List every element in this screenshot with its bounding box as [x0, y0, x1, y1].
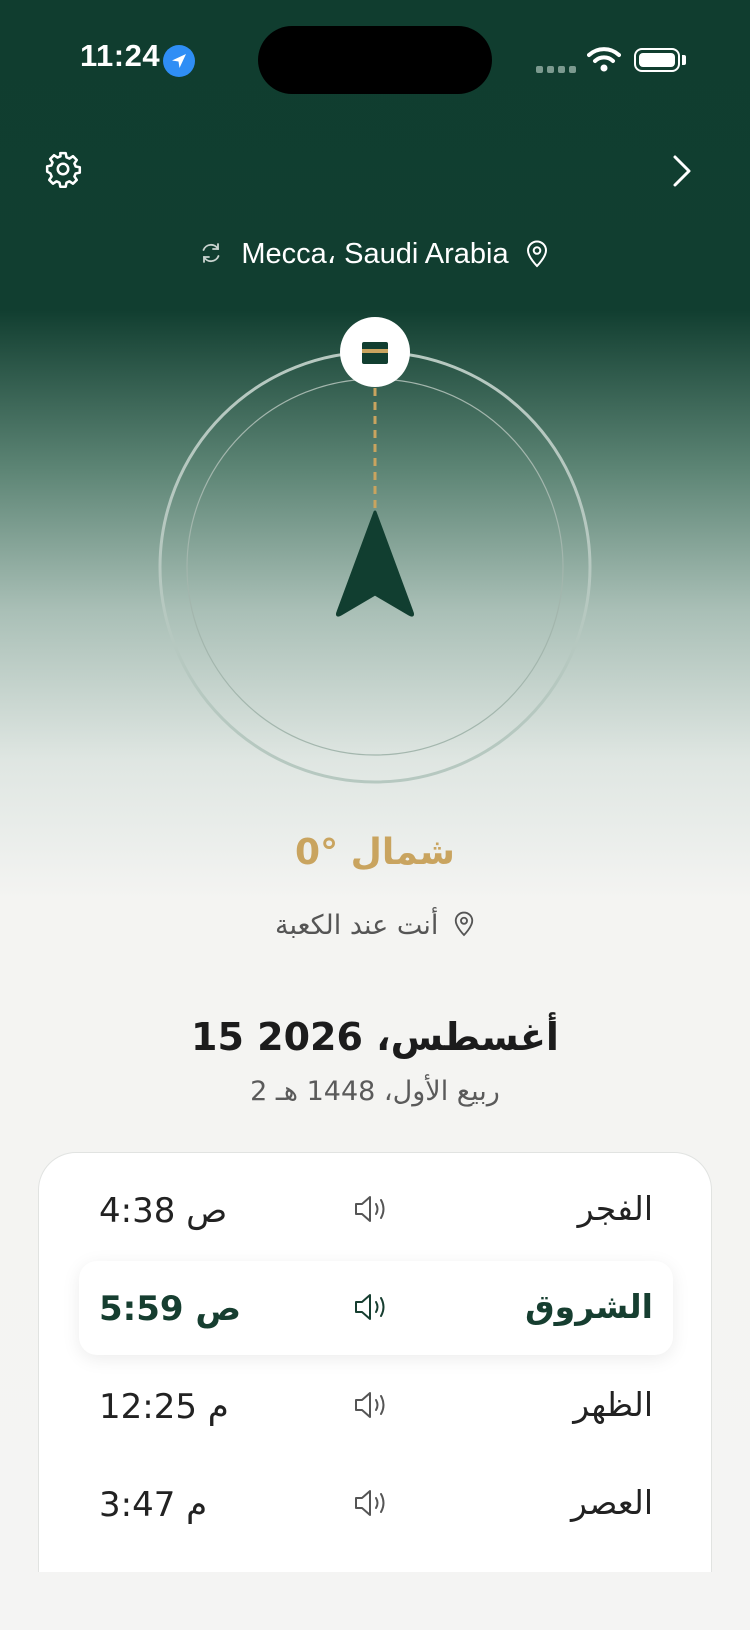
prayer-row-fajr[interactable]: 4:38 ص الفجر: [79, 1163, 673, 1257]
prayer-time: 4:38 ص: [99, 1191, 228, 1231]
cellular-signal-icon: [536, 66, 576, 73]
battery-cap: [682, 55, 686, 65]
hijri-date: 2 ربيع الأول، 1448 هـ: [250, 1076, 500, 1107]
gregorian-date: 15 أغسطس، 2026: [191, 1015, 559, 1059]
prayer-name: الفجر: [577, 1189, 653, 1228]
prayer-time: 5:59 ص: [99, 1289, 242, 1329]
prayer-name: العصر: [571, 1483, 653, 1522]
prayer-row-dhuhr[interactable]: 12:25 م الظهر: [79, 1359, 673, 1453]
chevron-right-icon[interactable]: [672, 154, 692, 188]
prayer-name: الشروق: [525, 1287, 653, 1326]
location-pin-icon[interactable]: [525, 240, 549, 268]
settings-gear-icon[interactable]: [44, 150, 82, 188]
dynamic-island: [258, 26, 492, 94]
speaker-icon[interactable]: [353, 1487, 389, 1519]
location-label[interactable]: Mecca، Saudi Arabia: [0, 236, 750, 271]
prayer-time: 12:25 م: [99, 1387, 229, 1427]
speaker-icon[interactable]: [353, 1291, 389, 1323]
status-time: 11:24: [80, 38, 161, 73]
location-services-icon: [163, 45, 195, 77]
speaker-icon[interactable]: [353, 1389, 389, 1421]
location-pin-outline-icon: [454, 911, 474, 937]
prayer-time: 3:47 م: [99, 1485, 208, 1525]
prayer-row-asr[interactable]: 3:47 م العصر: [79, 1457, 673, 1551]
speaker-icon[interactable]: [353, 1193, 389, 1225]
kaaba-note: أنت عند الكعبة: [0, 910, 750, 941]
qibla-heading: 0° شمال: [295, 832, 455, 873]
battery-icon: [634, 48, 680, 72]
qibla-compass: [158, 317, 592, 784]
prayer-name: الظهر: [573, 1385, 653, 1424]
wifi-icon: [587, 47, 621, 72]
kaaba-icon: [340, 317, 410, 387]
direction-arrow-icon: [335, 510, 415, 617]
prayer-row-sunrise[interactable]: 5:59 ص الشروق: [79, 1261, 673, 1355]
prayer-times-card: 4:38 ص الفجر 5:59 ص الشروق 12:25 م الظهر…: [38, 1152, 712, 1572]
